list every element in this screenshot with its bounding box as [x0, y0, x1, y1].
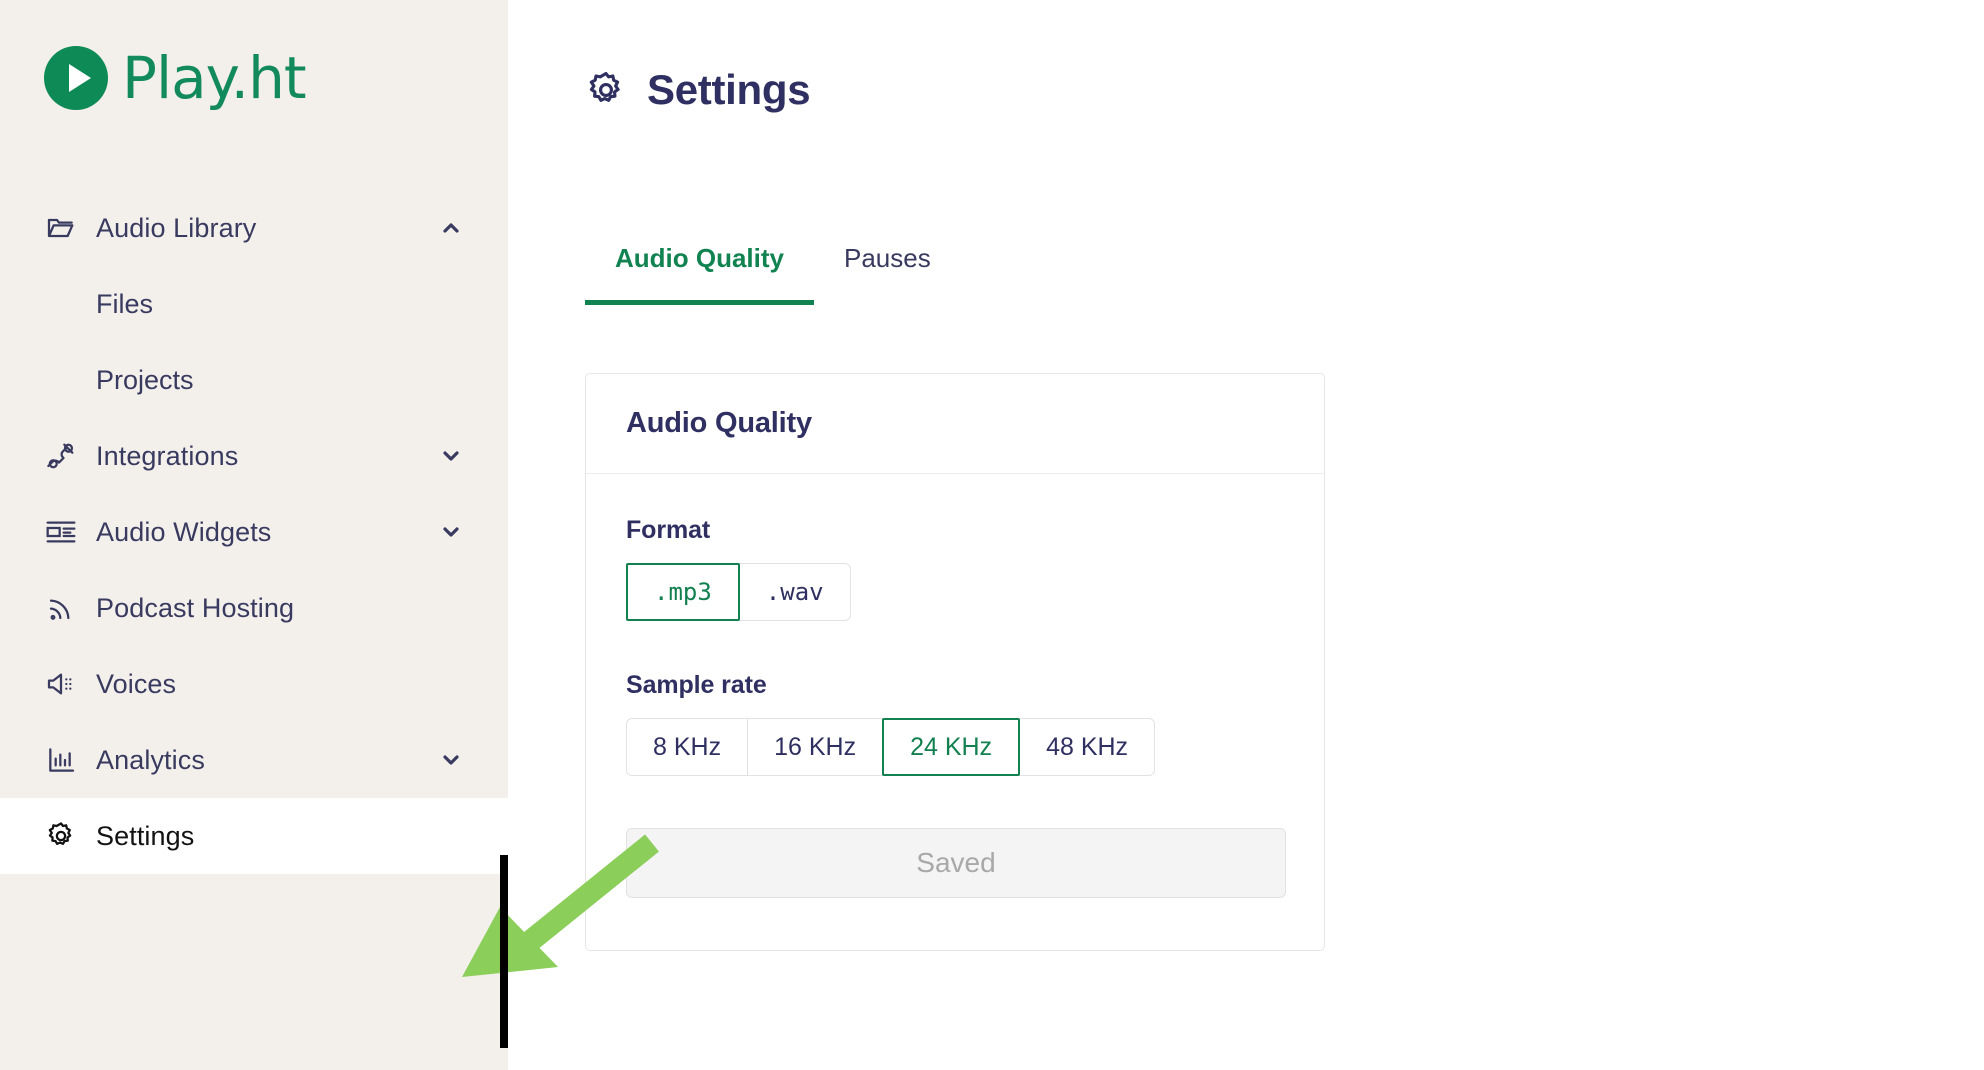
- sidebar-item-label: Audio Library: [96, 212, 257, 243]
- save-button-label: Saved: [916, 847, 996, 878]
- page-title: Settings: [647, 66, 811, 113]
- chevron-down-icon[interactable]: [438, 747, 464, 773]
- sidebar-item-podcast-hosting[interactable]: Podcast Hosting: [0, 570, 508, 646]
- brand-name: Play.ht: [122, 44, 307, 112]
- sidebar-item-label: Files: [96, 288, 154, 319]
- sample-rate-option-label: 8 KHz: [653, 732, 722, 761]
- app-window: Play.ht Audio Library Files Projects Int…: [0, 0, 1984, 1070]
- sidebar-item-label: Audio Widgets: [96, 516, 272, 547]
- gear-icon: [44, 819, 78, 853]
- format-segmented-control: .mp3 .wav: [626, 563, 851, 621]
- sample-rate-label: Sample rate: [626, 671, 767, 699]
- settings-tabs: Audio Quality Pauses: [585, 243, 961, 305]
- format-option-wav[interactable]: .wav: [738, 563, 851, 621]
- format-option-label: .wav: [765, 578, 824, 606]
- sample-rate-segmented-control: 8 KHz 16 KHz 24 KHz 48 KHz: [626, 718, 1156, 776]
- sample-rate-option-label: 16 KHz: [774, 732, 857, 761]
- tab-pauses[interactable]: Pauses: [814, 243, 961, 305]
- sidebar-item-projects[interactable]: Projects: [0, 342, 508, 418]
- format-option-label: .mp3: [654, 578, 712, 606]
- brand-logo[interactable]: Play.ht: [44, 44, 307, 112]
- sidebar-item-audio-library[interactable]: Audio Library: [0, 190, 508, 266]
- card-body: Format .mp3 .wav Sample rate 8 KHz 16 KH…: [586, 474, 1324, 950]
- tab-label: Pauses: [844, 243, 931, 273]
- format-label: Format: [626, 516, 711, 544]
- main-content: Settings Audio Quality Pauses Audio Qual…: [508, 0, 1984, 1070]
- page-header: Settings: [585, 66, 811, 114]
- tab-audio-quality[interactable]: Audio Quality: [585, 243, 814, 305]
- text-caret-bar: [500, 855, 508, 1048]
- sidebar-item-label: Podcast Hosting: [96, 592, 295, 623]
- sample-rate-option-label: 24 KHz: [910, 732, 993, 761]
- audio-quality-card: Audio Quality Format .mp3 .wav Sample ra…: [585, 373, 1325, 951]
- sample-rate-option-48khz[interactable]: 48 KHz: [1019, 718, 1156, 776]
- sidebar-item-analytics[interactable]: Analytics: [0, 722, 508, 798]
- card-header: Audio Quality: [586, 374, 1324, 474]
- sidebar-item-label: Integrations: [96, 440, 239, 471]
- sidebar-item-files[interactable]: Files: [0, 266, 508, 342]
- gear-icon: [585, 69, 627, 111]
- bar-chart-icon: [44, 743, 78, 777]
- sample-rate-option-label: 48 KHz: [1046, 732, 1129, 761]
- sidebar-item-integrations[interactable]: Integrations: [0, 418, 508, 494]
- format-option-mp3[interactable]: .mp3: [626, 563, 740, 621]
- speaker-icon: [44, 667, 78, 701]
- card-title: Audio Quality: [626, 407, 812, 439]
- plug-icon: [44, 439, 78, 473]
- chevron-down-icon[interactable]: [438, 519, 464, 545]
- tab-label: Audio Quality: [615, 243, 784, 273]
- chevron-down-icon[interactable]: [438, 443, 464, 469]
- sidebar-item-audio-widgets[interactable]: Audio Widgets: [0, 494, 508, 570]
- rss-icon: [44, 591, 78, 625]
- sidebar-item-label: Projects: [96, 364, 194, 395]
- sidebar-item-voices[interactable]: Voices: [0, 646, 508, 722]
- sample-rate-option-8khz[interactable]: 8 KHz: [626, 718, 749, 776]
- chevron-up-icon[interactable]: [438, 215, 464, 241]
- sidebar-item-label: Analytics: [96, 744, 205, 775]
- widget-icon: [44, 515, 78, 549]
- sidebar-item-settings[interactable]: Settings: [0, 798, 508, 874]
- play-circle-icon: [44, 46, 108, 110]
- sidebar-item-label: Voices: [96, 668, 177, 699]
- save-button[interactable]: Saved: [626, 828, 1286, 898]
- sidebar-item-label: Settings: [96, 820, 195, 851]
- sidebar-nav: Audio Library Files Projects Integration…: [0, 190, 508, 874]
- sample-rate-option-24khz[interactable]: 24 KHz: [882, 718, 1021, 776]
- sidebar: Play.ht Audio Library Files Projects Int…: [0, 0, 508, 1070]
- folder-open-icon: [44, 211, 78, 245]
- sample-rate-option-16khz[interactable]: 16 KHz: [747, 718, 884, 776]
